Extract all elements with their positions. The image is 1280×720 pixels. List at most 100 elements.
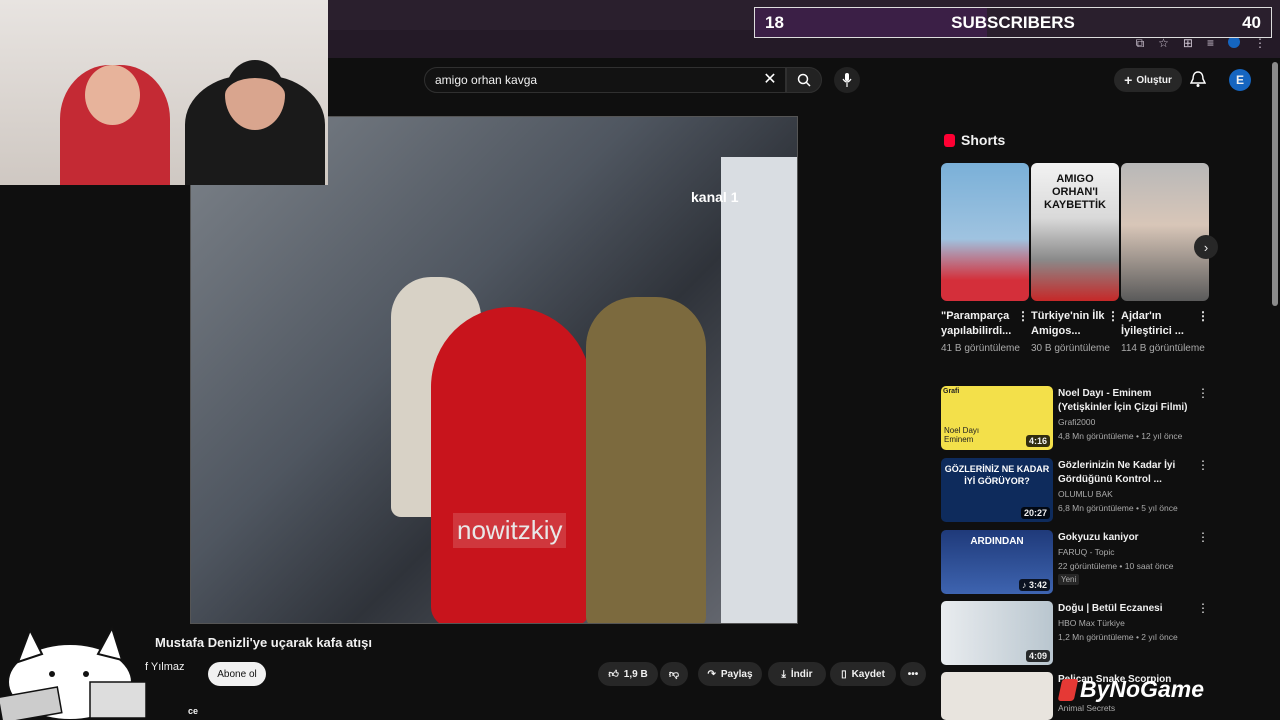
video-channel: FARUQ - Topic [1058, 547, 1115, 557]
thumb-label: Grafi [943, 388, 960, 395]
video-figure-right [586, 297, 706, 623]
like-count: 1,9 B [623, 668, 648, 680]
scrollbar[interactable] [1272, 62, 1278, 306]
video-wall-right [721, 157, 797, 623]
more-actions-button[interactable]: ••• [900, 662, 926, 686]
short-title: Ajdar'ın İyileştirici ... [1121, 310, 1184, 337]
voice-search-button[interactable] [834, 67, 860, 93]
subscriber-goal-widget: 18 SUBSCRIBERS 40 [754, 7, 1272, 38]
browser-extension-icons: ⧉ ☆ ⊞ ≡ ⋮ [1136, 36, 1266, 51]
video-channel: Animal Secrets [1058, 703, 1116, 713]
video-thumbnail [941, 672, 1053, 720]
description-label: ce [188, 706, 199, 716]
plus-icon: + [1124, 72, 1133, 88]
thumbs-down-icon: 👎︎ [668, 669, 680, 680]
short-thumbnail: AMIGO ORHAN'I KAYBETTİK [1031, 163, 1119, 301]
more-icon[interactable]: ⋮ [1197, 530, 1209, 544]
star-icon[interactable]: ☆ [1158, 36, 1169, 51]
channel-name[interactable]: f Yılmaz [145, 661, 185, 673]
short-thumbnail [941, 163, 1029, 301]
streamer-left-face [85, 65, 140, 125]
video-meta: 22 görüntüleme • 10 saat önce [1058, 561, 1174, 571]
search-button[interactable] [786, 67, 822, 93]
thumbs-up-icon: 👍︎ [608, 669, 619, 680]
short-thumbnail [1121, 163, 1209, 301]
search-icon [797, 73, 811, 87]
more-icon[interactable]: ⋮ [1197, 309, 1209, 324]
related-video[interactable]: 4:09 Doğu | Betül Eczanesi HBO Max Türki… [941, 601, 1211, 667]
more-icon[interactable]: ⋮ [1197, 601, 1209, 615]
video-meta: 4,8 Mn görüntüleme • 12 yıl önce [1058, 431, 1183, 441]
search-input[interactable]: amigo orhan kavga [424, 67, 786, 93]
shorts-next-button[interactable]: › [1194, 235, 1218, 259]
video-thumbnail: 4:09 [941, 601, 1053, 665]
short-thumb-text: AMIGO ORHAN'I KAYBETTİK [1044, 173, 1106, 211]
microphone-icon [842, 73, 852, 87]
dislike-button[interactable]: 👎︎ [660, 662, 688, 686]
extension-icon[interactable]: ⧉ [1136, 36, 1145, 51]
shorts-heading: Shorts [944, 132, 1005, 148]
short-views: 30 B görüntüleme [1031, 343, 1110, 354]
video-player[interactable]: kanal 1 nowitzkiy [190, 116, 798, 624]
short-views: 114 B görüntüleme [1121, 343, 1205, 354]
related-video[interactable]: ARDINDAN ♪ 3:42 Gokyuzu kaniyor FARUQ - … [941, 530, 1211, 596]
video-watermark: nowitzkiy [453, 513, 567, 548]
video-title: Doğu | Betül Eczanesi [1058, 603, 1163, 614]
webcam-overlay [0, 0, 328, 185]
download-label: İndir [790, 668, 813, 680]
short-card[interactable]: Ajdar'ın İyileştirici ... ⋮ 114 B görüntü… [1121, 163, 1209, 356]
save-button[interactable]: ▯ Kaydet [830, 662, 896, 686]
brand-logo-icon [1057, 678, 1079, 701]
video-channel: HBO Max Türkiye [1058, 618, 1125, 628]
thumb-text: ARDINDAN [970, 536, 1024, 547]
more-icon[interactable]: ⋮ [1107, 309, 1119, 324]
video-title: Mustafa Denizli'ye uçarak kafa atışı [155, 635, 372, 650]
subscribe-button[interactable]: Abone ol [208, 662, 266, 686]
bell-icon [1189, 71, 1207, 87]
clear-search-icon[interactable]: ✕ [760, 70, 780, 90]
video-title: Gözlerinizin Ne Kadar İyi Gördüğünü Kont… [1058, 460, 1176, 485]
short-title: "Paramparça yapılabilirdi... [941, 310, 1012, 337]
bookmark-icon: ▯ [841, 668, 847, 680]
short-card[interactable]: AMIGO ORHAN'I KAYBETTİK Türkiye'nin İlk … [1031, 163, 1119, 356]
thumb-text: Noel Dayı Eminem [944, 426, 980, 444]
short-card[interactable]: "Paramparça yapılabilirdi... ⋮ 41 B görün… [941, 163, 1029, 356]
video-figure-red [431, 307, 591, 623]
video-duration: 4:09 [1025, 650, 1050, 662]
subscriber-label: SUBSCRIBERS [951, 12, 1075, 32]
video-channel: Grafi2000 [1058, 417, 1096, 427]
brand-watermark: ByNoGame [1057, 676, 1204, 703]
new-badge: Yeni [1058, 574, 1080, 585]
more-icon: ••• [907, 668, 919, 680]
brand-name: ByNoGame [1080, 676, 1204, 702]
related-video[interactable]: GÖZLERİNİZ NE KADAR İYİ GÖRÜYOR? 20:27 G… [941, 458, 1211, 524]
shorts-heading-label: Shorts [961, 132, 1006, 148]
more-icon[interactable]: ⋮ [1197, 386, 1209, 400]
share-label: Paylaş [720, 668, 753, 680]
share-icon: ↷ [707, 668, 716, 680]
download-button[interactable]: ⤓ İndir [768, 662, 826, 686]
share-button[interactable]: ↷ Paylaş [698, 662, 762, 686]
save-label: Kaydet [851, 668, 885, 680]
video-title: Noel Dayı - Eminem (Yetişkinler İçin Çiz… [1058, 388, 1188, 413]
video-meta: 1,2 Mn görüntüleme • 2 yıl önce [1058, 632, 1178, 642]
video-meta: 6,8 Mn görüntüleme • 5 yıl önce [1058, 503, 1178, 513]
create-button[interactable]: + Oluştur [1114, 68, 1182, 92]
channel-logo-overlay: kanal 1 [691, 189, 739, 205]
create-label: Oluştur [1136, 74, 1172, 86]
notifications-button[interactable] [1189, 70, 1210, 90]
account-avatar[interactable]: E [1229, 69, 1251, 91]
chevron-right-icon: › [1203, 239, 1209, 255]
thumb-text: GÖZLERİNİZ NE KADAR İYİ GÖRÜYOR? [944, 464, 1050, 486]
downloads-icon[interactable]: ≡ [1207, 36, 1214, 51]
video-title: Gokyuzu kaniyor [1058, 532, 1139, 543]
more-icon[interactable]: ⋮ [1017, 309, 1029, 324]
menu-icon[interactable]: ⋮ [1254, 36, 1266, 51]
video-channel: OLUMLU BAK [1058, 489, 1113, 499]
download-icon: ⤓ [781, 668, 786, 680]
related-video[interactable]: Grafi Noel Dayı Eminem 4:16 Noel Dayı - … [941, 386, 1211, 452]
like-button[interactable]: 👍︎ 1,9 B [598, 662, 658, 686]
streamer-right-face [225, 60, 285, 130]
more-icon[interactable]: ⋮ [1197, 458, 1209, 472]
puzzle-icon[interactable]: ⊞ [1183, 36, 1193, 51]
